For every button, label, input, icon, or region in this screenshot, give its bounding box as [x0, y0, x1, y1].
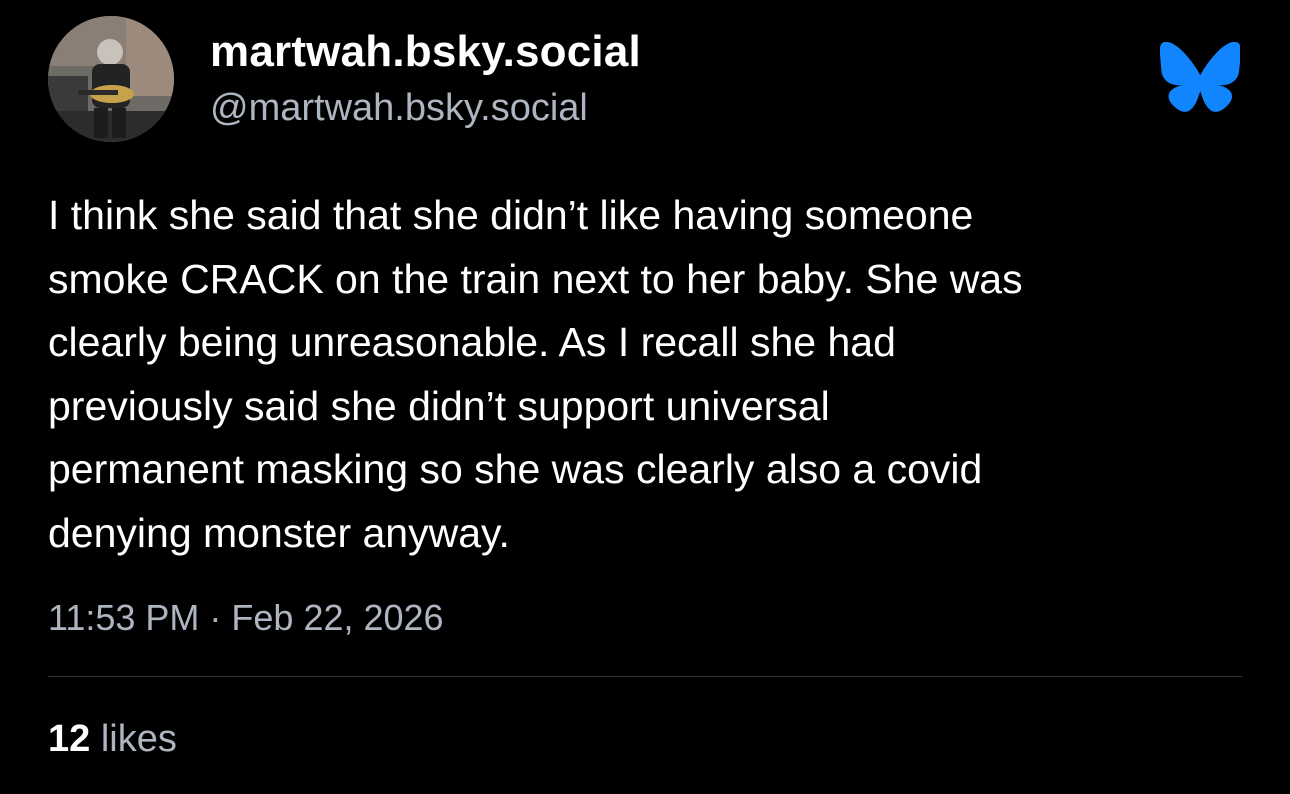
avatar-photo: [48, 16, 174, 142]
avatar[interactable]: [48, 16, 174, 142]
likes-stat[interactable]: 12 likes: [48, 718, 177, 761]
butterfly-icon: [1159, 41, 1241, 112]
divider: [48, 676, 1242, 677]
post-timestamp[interactable]: 11:53 PM · Feb 22, 2026: [48, 597, 444, 639]
author-display-name[interactable]: martwah.bsky.social: [210, 27, 641, 77]
post-body: I think she said that she didn’t like ha…: [48, 184, 1248, 565]
post-card: martwah.bsky.social @martwah.bsky.social…: [0, 0, 1290, 794]
post-line: smoke CRACK on the train next to her bab…: [48, 255, 1023, 302]
post-line: I think she said that she didn’t like ha…: [48, 192, 974, 238]
likes-count: 12: [48, 718, 91, 760]
likes-label: likes: [100, 718, 177, 760]
post-line: permanent masking so she was clearly als…: [48, 446, 983, 492]
post-line: previously said she didn’t support unive…: [48, 382, 830, 429]
post-line: clearly being unreasonable. As I recall …: [48, 319, 896, 365]
author-handle[interactable]: @martwah.bsky.social: [210, 87, 588, 130]
post-line: denying monster anyway.: [48, 509, 510, 556]
